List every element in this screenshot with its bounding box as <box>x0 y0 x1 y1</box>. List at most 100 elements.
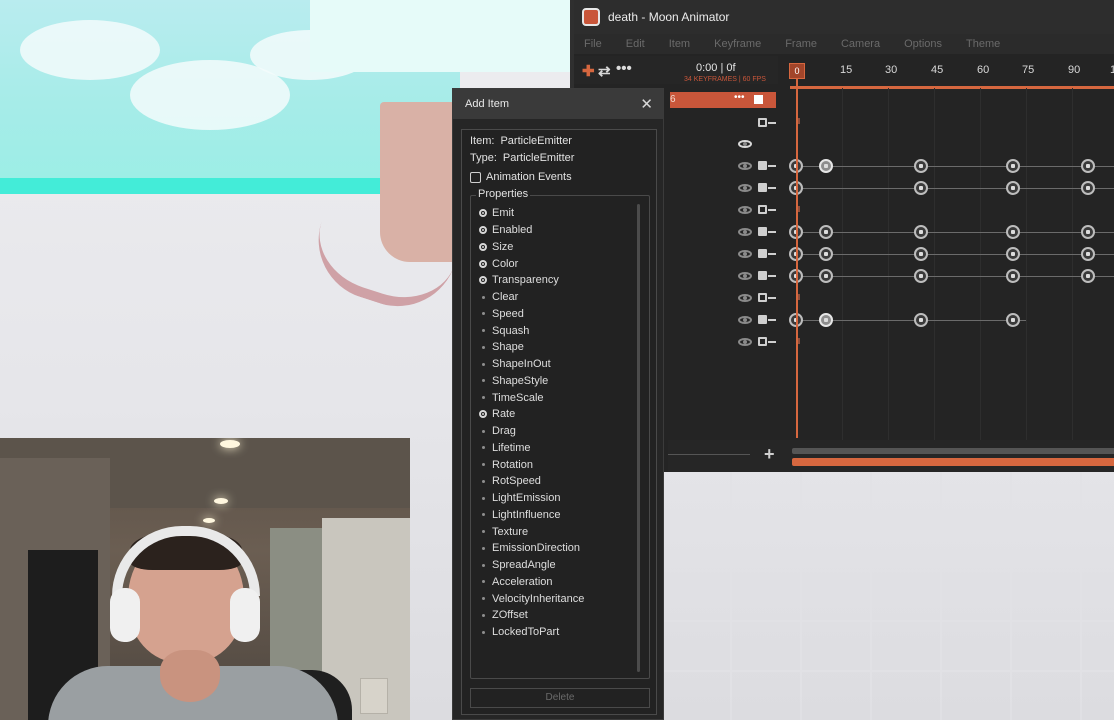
eye-icon[interactable] <box>738 228 752 236</box>
keyframe[interactable] <box>819 159 833 173</box>
menu-options[interactable]: Options <box>904 38 942 50</box>
property-item[interactable]: Enabled <box>479 222 635 239</box>
keyframe[interactable] <box>1006 225 1020 239</box>
track-square-icon[interactable] <box>758 227 767 236</box>
keyframe[interactable] <box>1006 269 1020 283</box>
keyframe[interactable] <box>914 247 928 261</box>
property-item[interactable]: ShapeInOut <box>479 356 635 373</box>
track-square-icon[interactable] <box>758 271 767 280</box>
timeline-range-slider[interactable] <box>792 458 1114 466</box>
eye-icon[interactable] <box>738 206 752 214</box>
track-square-icon[interactable] <box>758 315 767 324</box>
keyframe[interactable] <box>914 159 928 173</box>
property-item[interactable]: Squash <box>479 322 635 339</box>
menu-theme[interactable]: Theme <box>966 38 1000 50</box>
keyframe[interactable] <box>1006 247 1020 261</box>
add-item-icon[interactable]: ✚ <box>582 62 595 80</box>
keyframe[interactable] <box>1081 159 1095 173</box>
keyframe[interactable] <box>1081 269 1095 283</box>
loop-icon[interactable]: ⇄ <box>598 62 611 80</box>
keyframe[interactable] <box>914 269 928 283</box>
property-item[interactable]: Transparency <box>479 272 635 289</box>
property-label: Drag <box>492 425 516 438</box>
keyframe[interactable] <box>914 313 928 327</box>
property-item[interactable]: Emit <box>479 205 635 222</box>
keyframe[interactable] <box>914 225 928 239</box>
eye-icon[interactable] <box>738 316 752 324</box>
person-hand <box>160 650 220 702</box>
track-square-icon[interactable] <box>758 183 767 192</box>
animation-events-checkbox[interactable] <box>470 171 481 183</box>
property-item[interactable]: LockedToPart <box>479 624 635 641</box>
property-item[interactable]: EmissionDirection <box>479 540 635 557</box>
track-square-icon[interactable] <box>758 161 767 170</box>
menu-edit[interactable]: Edit <box>626 38 645 50</box>
eye-icon[interactable] <box>738 338 752 346</box>
property-item[interactable]: Color <box>479 255 635 272</box>
property-item[interactable]: LightInfluence <box>479 507 635 524</box>
playhead-line[interactable] <box>796 78 798 438</box>
delete-button[interactable]: Delete <box>470 688 650 708</box>
add-item-dialog[interactable]: Add Item ✕ Item: ParticleEmitter Type: Par… <box>452 88 664 720</box>
property-item[interactable]: TimeScale <box>479 389 635 406</box>
more-options-icon[interactable]: ••• <box>616 60 632 77</box>
keyframe[interactable] <box>819 247 833 261</box>
menu-camera[interactable]: Camera <box>841 38 880 50</box>
window-titlebar[interactable]: death - Moon Animator <box>574 0 1114 34</box>
timeline-ruler[interactable]: 0 15 30 45 60 75 90 10 <box>778 56 1114 84</box>
menu-frame[interactable]: Frame <box>785 38 817 50</box>
menu-keyframe[interactable]: Keyframe <box>714 38 761 50</box>
eye-icon[interactable] <box>738 162 752 170</box>
property-item[interactable]: ZOffset <box>479 607 635 624</box>
animation-events-toggle[interactable]: Animation Events <box>470 171 572 183</box>
track-handle-icon[interactable] <box>758 118 767 127</box>
dialog-titlebar[interactable]: Add Item ✕ <box>453 89 663 119</box>
property-item[interactable]: SpreadAngle <box>479 557 635 574</box>
property-item[interactable]: Clear <box>479 289 635 306</box>
add-track-icon[interactable]: + <box>764 444 775 465</box>
keyframe[interactable] <box>819 269 833 283</box>
track-handle-icon[interactable] <box>758 293 767 302</box>
track-square-icon[interactable] <box>758 249 767 258</box>
property-item[interactable]: Shape <box>479 339 635 356</box>
property-item[interactable]: Acceleration <box>479 574 635 591</box>
playhead-handle[interactable]: 0 <box>789 63 805 79</box>
property-scrollbar[interactable] <box>637 204 640 672</box>
track-handle-icon[interactable] <box>758 337 767 346</box>
keyframe[interactable] <box>1006 313 1020 327</box>
keyframe[interactable] <box>1006 159 1020 173</box>
property-item[interactable]: Drag <box>479 423 635 440</box>
timeline-scrollbar[interactable] <box>792 448 1114 454</box>
property-item[interactable]: RotSpeed <box>479 473 635 490</box>
eye-icon[interactable] <box>738 184 752 192</box>
keyframe-track-line <box>796 188 1114 189</box>
property-list: Emit Enabled Size Color Transparency Clear Spe… <box>479 205 635 641</box>
property-item[interactable]: Rate <box>479 406 635 423</box>
keyframe-info: 34 KEYFRAMES | 60 FPS <box>684 76 766 83</box>
property-item[interactable]: Size <box>479 239 635 256</box>
keyframe[interactable] <box>914 181 928 195</box>
menu-file[interactable]: File <box>584 38 602 50</box>
keyframe[interactable] <box>1081 181 1095 195</box>
keyframe[interactable] <box>1081 247 1095 261</box>
property-item[interactable]: Rotation <box>479 456 635 473</box>
keyframe[interactable] <box>819 313 833 327</box>
eye-icon[interactable] <box>738 294 752 302</box>
property-item[interactable]: LightEmission <box>479 490 635 507</box>
divider <box>668 454 750 455</box>
menu-item[interactable]: Item <box>669 38 690 50</box>
property-item[interactable]: ShapeStyle <box>479 373 635 390</box>
track-handle-icon[interactable] <box>758 205 767 214</box>
keyframe[interactable] <box>1006 181 1020 195</box>
property-item[interactable]: VelocityInheritance <box>479 590 635 607</box>
property-item[interactable]: Texture <box>479 523 635 540</box>
eye-icon[interactable] <box>738 140 752 148</box>
property-item[interactable]: Speed <box>479 306 635 323</box>
eye-icon[interactable] <box>738 272 752 280</box>
keyframe[interactable] <box>819 225 833 239</box>
close-icon[interactable]: ✕ <box>640 95 653 113</box>
eye-icon[interactable] <box>738 250 752 258</box>
property-item[interactable]: Lifetime <box>479 440 635 457</box>
headphones-icon <box>112 526 260 596</box>
keyframe[interactable] <box>1081 225 1095 239</box>
